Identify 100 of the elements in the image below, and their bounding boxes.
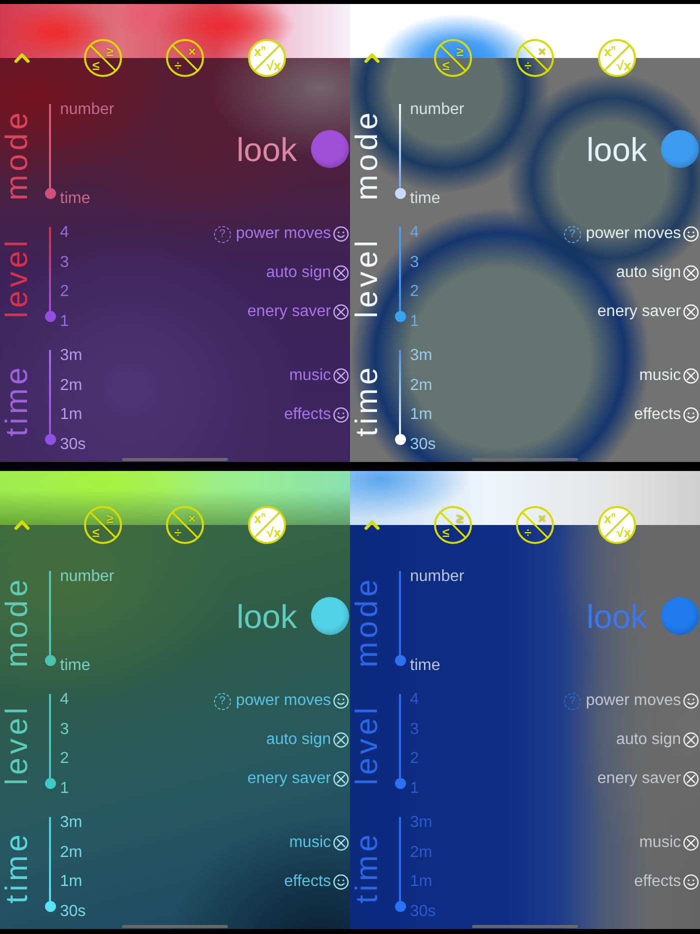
- stop-label[interactable]: 2m: [410, 378, 436, 394]
- slider-thumb[interactable]: [44, 654, 56, 666]
- operation-button[interactable]: × ÷: [166, 39, 204, 77]
- slider-label: time: [350, 364, 385, 437]
- toggle-button[interactable]: effects: [634, 405, 699, 425]
- stop-label[interactable]: 1m: [410, 874, 436, 890]
- look-button[interactable]: look: [236, 130, 349, 168]
- slider-thumb[interactable]: [394, 188, 406, 198]
- slider-thumb[interactable]: [44, 434, 56, 444]
- slider-label: time: [350, 831, 385, 904]
- slider-thumb[interactable]: [44, 310, 56, 322]
- look-button[interactable]: look: [586, 130, 699, 168]
- stop-label[interactable]: time: [410, 658, 464, 674]
- stop-label[interactable]: 1m: [60, 874, 86, 890]
- toggle-button[interactable]: power moves: [586, 224, 699, 244]
- toggle-button[interactable]: enery saver: [597, 302, 699, 322]
- stop-label[interactable]: time: [60, 658, 114, 674]
- toggle-button[interactable]: music: [289, 366, 349, 386]
- stop-label[interactable]: 3m: [410, 815, 436, 831]
- stop-label[interactable]: 4: [410, 692, 419, 708]
- toggle-button[interactable]: auto sign: [616, 263, 699, 283]
- stop-label[interactable]: 1: [60, 780, 69, 797]
- stop-label[interactable]: 4: [60, 225, 69, 241]
- slider-thumb[interactable]: [394, 654, 406, 666]
- stop-label[interactable]: 4: [60, 692, 69, 708]
- slider-thumb[interactable]: [44, 900, 56, 912]
- stop-label[interactable]: 1m: [410, 407, 436, 424]
- toggle-button[interactable]: music: [289, 833, 349, 853]
- toggle-button[interactable]: effects: [634, 872, 699, 892]
- operation-button[interactable]: × ÷: [516, 506, 554, 544]
- operation-button[interactable]: ≥ ≤: [84, 506, 122, 544]
- slider-label: level: [0, 236, 35, 318]
- toggle-button[interactable]: enery saver: [247, 302, 349, 322]
- operation-button[interactable]: ≥ ≤: [434, 39, 472, 77]
- slider-thumb[interactable]: [394, 310, 406, 322]
- slider-thumb[interactable]: [44, 188, 56, 198]
- stop-label[interactable]: 3: [60, 254, 69, 271]
- operation-button[interactable]: ≥ ≤: [84, 39, 122, 77]
- slider-thumb[interactable]: [394, 778, 406, 788]
- toggle-button[interactable]: auto sign: [266, 263, 349, 283]
- operation-button[interactable]: × ÷: [516, 39, 554, 77]
- toggle-button[interactable]: enery saver: [597, 769, 699, 789]
- stop-label[interactable]: 3m: [60, 815, 86, 831]
- operation-button[interactable]: ≥ ≤: [434, 506, 472, 544]
- toggle-button[interactable]: enery saver: [247, 769, 349, 789]
- stop-label[interactable]: 1m: [60, 407, 86, 424]
- stop-label[interactable]: 3: [410, 722, 419, 738]
- stop-label[interactable]: 3: [60, 722, 69, 738]
- stop-label[interactable]: time: [410, 191, 464, 207]
- stop-label[interactable]: number: [60, 102, 114, 118]
- slider-label: time: [0, 364, 35, 437]
- stop-label[interactable]: 3: [410, 254, 419, 271]
- stop-label[interactable]: 3m: [410, 348, 436, 364]
- stop-label[interactable]: 30s: [410, 904, 436, 920]
- look-button[interactable]: look: [236, 597, 349, 635]
- stop-label[interactable]: number: [410, 569, 464, 585]
- slider-label: level: [350, 704, 385, 786]
- help-button[interactable]: ?: [564, 226, 581, 242]
- toggle-button[interactable]: power moves: [236, 224, 349, 244]
- toggle-button[interactable]: auto sign: [266, 730, 349, 750]
- toggle-button[interactable]: auto sign: [616, 730, 699, 750]
- stop-label[interactable]: 2m: [60, 378, 86, 394]
- slider-label: level: [350, 236, 385, 318]
- stop-label[interactable]: 30s: [410, 436, 436, 453]
- stop-label[interactable]: 2: [410, 751, 419, 768]
- chevron-up-icon[interactable]: [364, 520, 380, 530]
- stop-label[interactable]: 1: [410, 780, 419, 797]
- stop-label[interactable]: number: [410, 102, 464, 118]
- stop-label[interactable]: 30s: [60, 904, 86, 920]
- slider-thumb[interactable]: [394, 900, 406, 912]
- stop-label[interactable]: 1: [410, 314, 419, 330]
- help-button[interactable]: ?: [214, 226, 231, 242]
- stop-label[interactable]: 30s: [60, 436, 86, 453]
- stop-label[interactable]: time: [60, 191, 114, 207]
- toggle-button[interactable]: effects: [284, 872, 349, 892]
- toggle-button[interactable]: power moves: [586, 691, 699, 711]
- toggle-button[interactable]: power moves: [236, 691, 349, 711]
- toggle-button[interactable]: music: [639, 366, 699, 386]
- stop-label[interactable]: 2m: [410, 844, 436, 861]
- slider-label: mode: [0, 576, 35, 668]
- stop-label[interactable]: number: [60, 569, 114, 585]
- slider-label: mode: [0, 108, 35, 200]
- slider-label: mode: [350, 576, 385, 668]
- chevron-up-icon[interactable]: [14, 53, 30, 63]
- slider-label: mode: [350, 108, 385, 200]
- stop-label[interactable]: 2: [60, 284, 69, 300]
- slider-thumb[interactable]: [394, 434, 406, 444]
- toggle-button[interactable]: music: [639, 833, 699, 853]
- slider-label: level: [0, 704, 35, 786]
- stop-label[interactable]: 3m: [60, 348, 86, 364]
- stop-label[interactable]: 1: [60, 314, 69, 330]
- slider-label: time: [0, 831, 35, 904]
- operation-button[interactable]: × ÷: [166, 506, 204, 544]
- toggle-button[interactable]: effects: [284, 405, 349, 425]
- stop-label[interactable]: 2m: [60, 844, 86, 861]
- chevron-up-icon[interactable]: [364, 53, 380, 63]
- help-button[interactable]: ?: [214, 692, 231, 710]
- slider-thumb[interactable]: [44, 778, 56, 788]
- stop-label[interactable]: 2: [410, 284, 419, 300]
- stop-label[interactable]: 2: [60, 751, 69, 768]
